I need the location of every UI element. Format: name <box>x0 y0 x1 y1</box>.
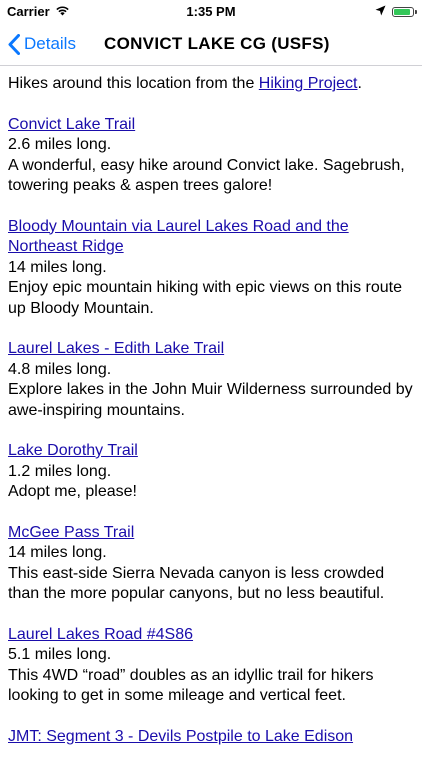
hike-length: 2.6 miles long. <box>8 136 112 153</box>
hiking-project-link[interactable]: Hiking Project <box>259 75 358 92</box>
hike-description: Enjoy epic mountain hiking with epic vie… <box>8 279 402 317</box>
list-item: Convict Lake Trail 2.6 miles long. A won… <box>8 115 413 197</box>
navigation-bar: Details CONVICT LAKE CG (USFS) <box>0 22 422 66</box>
chevron-left-icon <box>8 33 20 55</box>
list-item: Laurel Lakes - Edith Lake Trail 4.8 mile… <box>8 339 413 421</box>
hike-description: Explore lakes in the John Muir Wildernes… <box>8 381 413 419</box>
hike-description: This 4WD “road” doubles as an idyllic tr… <box>8 666 374 705</box>
hike-description: A wonderful, easy hike around Convict la… <box>8 156 405 195</box>
hike-link[interactable]: Convict Lake Trail <box>8 116 135 133</box>
hike-length: 4.8 miles long. <box>8 360 112 378</box>
hike-link[interactable]: JMT: Segment 3 - Devils Postpile to Lake… <box>8 728 353 745</box>
hike-link[interactable]: Lake Dorothy Trail <box>8 442 138 459</box>
hike-link[interactable]: Laurel Lakes - Edith Lake Trail <box>8 340 224 357</box>
hike-link[interactable]: Laurel Lakes Road #4S86 <box>8 626 193 643</box>
hike-list: Hikes around this location from the Hiki… <box>8 74 413 767</box>
hike-link[interactable]: Bloody Mountain via Laurel Lakes Road an… <box>8 218 349 256</box>
location-arrow-icon <box>375 4 386 19</box>
hike-length: 14 miles long. <box>8 258 107 276</box>
intro-suffix: . <box>357 75 362 92</box>
list-item: JMT: Segment 3 - Devils Postpile to Lake… <box>8 727 413 748</box>
hike-length: 5.1 miles long. <box>8 646 112 663</box>
status-bar: Carrier 1:35 PM <box>0 0 422 22</box>
hike-length: 14 miles long. <box>8 544 107 561</box>
list-item: McGee Pass Trail 14 miles long. This eas… <box>8 523 413 605</box>
list-item: Lake Dorothy Trail 1.2 miles long. Adopt… <box>8 441 413 503</box>
battery-icon <box>392 6 417 17</box>
list-item: Laurel Lakes Road #4S86 5.1 miles long. … <box>8 625 413 707</box>
hike-description: This east-side Sierra Nevada canyon is l… <box>8 564 385 603</box>
list-item: Bloody Mountain via Laurel Lakes Road an… <box>8 217 413 320</box>
back-button-label: Details <box>24 34 76 53</box>
hike-length: 1.2 miles long. <box>8 462 112 480</box>
page-title: CONVICT LAKE CG (USFS) <box>104 34 330 53</box>
hike-description: Adopt me, please! <box>8 483 137 500</box>
intro-text: Hikes around this location from the Hiki… <box>8 74 413 95</box>
battery-fill <box>394 8 410 15</box>
status-right <box>375 4 417 19</box>
status-time: 1:35 PM <box>186 4 236 19</box>
intro-prefix: Hikes around this location from the <box>8 75 259 92</box>
back-button[interactable]: Details <box>8 22 76 66</box>
hike-link[interactable]: McGee Pass Trail <box>8 524 134 541</box>
